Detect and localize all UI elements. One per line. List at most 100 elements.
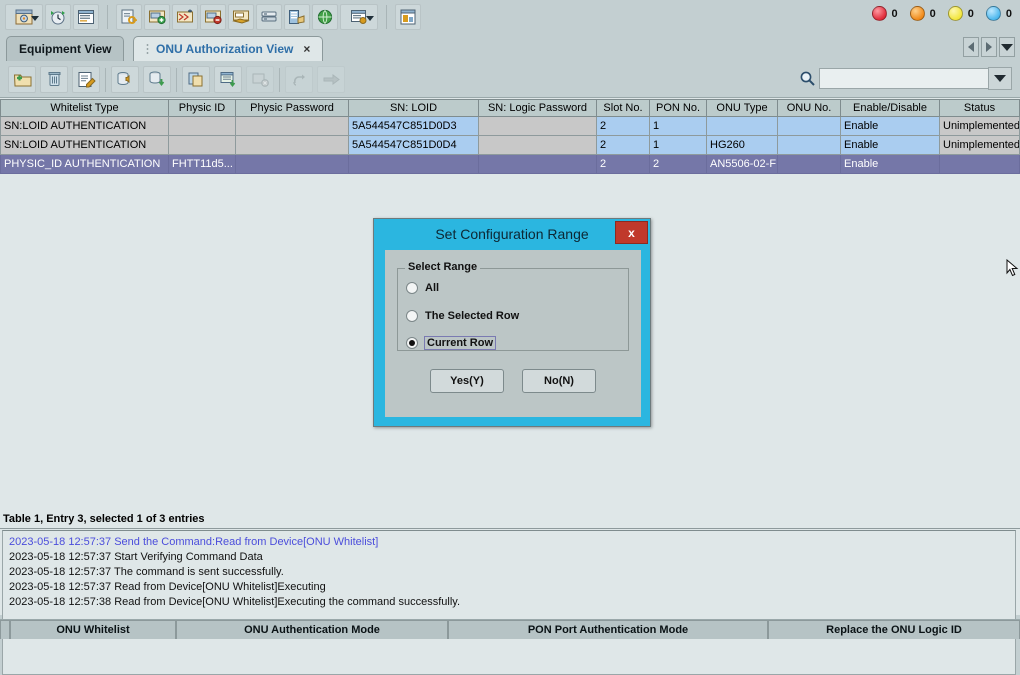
tab-onu-authorization-view[interactable]: ONU Authorization View × xyxy=(133,36,323,61)
col-onu-no[interactable]: ONU No. xyxy=(778,100,841,117)
chevron-down-icon[interactable] xyxy=(31,16,39,21)
search-icon[interactable] xyxy=(795,66,819,91)
onu-list-icon[interactable] xyxy=(73,4,99,30)
close-icon[interactable]: × xyxy=(303,42,310,56)
bottom-tab-onu-authentication-mode[interactable]: ONU Authentication Mode xyxy=(176,620,448,639)
radio-icon[interactable] xyxy=(406,282,418,294)
table-row[interactable]: SN:LOID AUTHENTICATION 5A544547C851D0D3 … xyxy=(1,117,1020,136)
cell-physic-password[interactable] xyxy=(236,155,349,174)
radio-option-the-selected-row[interactable]: The Selected Row xyxy=(406,308,519,324)
cell-enable-disable[interactable]: Enable xyxy=(841,136,940,155)
tab-scroll-left[interactable] xyxy=(963,37,979,57)
export-rows-icon[interactable] xyxy=(214,66,242,93)
network-config-icon[interactable] xyxy=(172,4,198,30)
cell-onu-type[interactable]: HG260 xyxy=(707,136,778,155)
cell-sn-logic-password[interactable] xyxy=(479,117,597,136)
report-icon[interactable] xyxy=(395,4,421,30)
col-sn-loid[interactable]: SN: LOID xyxy=(349,100,479,117)
cell-sn-loid[interactable]: 5A544547C851D0D4 xyxy=(349,136,479,155)
operation-log-pane[interactable]: 2023-05-18 12:57:37 Send the Command:Rea… xyxy=(2,530,1016,675)
device-manager-icon[interactable] xyxy=(5,4,43,30)
cell-slot-no[interactable]: 2 xyxy=(597,117,650,136)
warning-alarm-indicator[interactable]: 0 xyxy=(986,6,1012,21)
col-slot-no[interactable]: Slot No. xyxy=(597,100,650,117)
col-sn-logic-password[interactable]: SN: Logic Password xyxy=(479,100,597,117)
critical-alarm-indicator[interactable]: 0 xyxy=(872,6,898,21)
cell-whitelist-type[interactable]: SN:LOID AUTHENTICATION xyxy=(1,117,169,136)
cell-sn-loid[interactable]: 5A544547C851D0D3 xyxy=(349,117,479,136)
cell-physic-id[interactable] xyxy=(169,136,236,155)
chevron-down-icon[interactable] xyxy=(366,16,374,21)
tab-scroll-right[interactable] xyxy=(981,37,997,57)
rack-icon[interactable] xyxy=(256,4,282,30)
write-to-device-icon[interactable] xyxy=(143,66,171,93)
close-icon[interactable]: x xyxy=(615,221,648,244)
alarm-card-icon[interactable] xyxy=(228,4,254,30)
undo-icon xyxy=(285,66,313,93)
cell-physic-password[interactable] xyxy=(236,117,349,136)
remove-card-icon[interactable] xyxy=(200,4,226,30)
cell-status[interactable] xyxy=(940,155,1020,174)
minor-alarm-indicator[interactable]: 0 xyxy=(948,6,974,21)
copy-rows-icon[interactable] xyxy=(182,66,210,93)
cell-slot-no[interactable]: 2 xyxy=(597,155,650,174)
radio-option-current-row[interactable]: Current Row xyxy=(406,335,495,351)
cell-pon-no[interactable]: 1 xyxy=(650,117,707,136)
cell-physic-id[interactable]: FHTT11d5... xyxy=(169,155,236,174)
radio-icon[interactable] xyxy=(406,310,418,322)
tab-list-dropdown[interactable] xyxy=(999,37,1015,57)
yes-button[interactable]: Yes(Y) xyxy=(430,369,504,393)
cell-physic-id[interactable] xyxy=(169,117,236,136)
col-physic-id[interactable]: Physic ID xyxy=(169,100,236,117)
major-alarm-indicator[interactable]: 0 xyxy=(910,6,936,21)
search-history-dropdown[interactable] xyxy=(988,67,1012,90)
cell-pon-no[interactable]: 2 xyxy=(650,155,707,174)
delete-whitelist-icon[interactable] xyxy=(40,66,68,93)
cell-sn-logic-password[interactable] xyxy=(479,155,597,174)
cell-enable-disable[interactable]: Enable xyxy=(841,117,940,136)
add-card-icon[interactable] xyxy=(144,4,170,30)
cell-onu-no[interactable] xyxy=(778,117,841,136)
col-physic-password[interactable]: Physic Password xyxy=(236,100,349,117)
col-onu-type[interactable]: ONU Type xyxy=(707,100,778,117)
read-from-device-icon[interactable] xyxy=(111,66,139,93)
cell-whitelist-type[interactable]: PHYSIC_ID AUTHENTICATION xyxy=(1,155,169,174)
cell-status[interactable]: Unimplemented xyxy=(940,136,1020,155)
table-row-selected[interactable]: PHYSIC_ID AUTHENTICATION FHTT11d5... 2 2… xyxy=(1,155,1020,174)
col-enable-disable[interactable]: Enable/Disable xyxy=(841,100,940,117)
terminal-config-icon[interactable] xyxy=(340,4,378,30)
cell-onu-no[interactable] xyxy=(778,155,841,174)
col-pon-no[interactable]: PON No. xyxy=(650,100,707,117)
cell-onu-type[interactable]: AN5506-02-F xyxy=(707,155,778,174)
bottom-tab-replace-onu-logic-id[interactable]: Replace the ONU Logic ID xyxy=(768,620,1020,639)
cell-slot-no[interactable]: 2 xyxy=(597,136,650,155)
cell-physic-password[interactable] xyxy=(236,136,349,155)
authorization-key-icon[interactable] xyxy=(116,4,142,30)
search-input[interactable] xyxy=(819,68,989,89)
cell-enable-disable[interactable]: Enable xyxy=(841,155,940,174)
bottom-tab-pon-port-authentication-mode[interactable]: PON Port Authentication Mode xyxy=(448,620,768,639)
server-rack-icon[interactable] xyxy=(284,4,310,30)
globe-icon[interactable] xyxy=(312,4,338,30)
cell-onu-type[interactable] xyxy=(707,117,778,136)
cell-sn-loid[interactable] xyxy=(349,155,479,174)
add-whitelist-icon[interactable] xyxy=(8,66,36,93)
no-button[interactable]: No(N) xyxy=(522,369,596,393)
col-whitelist-type[interactable]: Whitelist Type xyxy=(1,100,169,117)
tab-equipment-view[interactable]: Equipment View xyxy=(6,36,124,61)
edit-whitelist-icon[interactable] xyxy=(72,66,100,93)
cell-status[interactable]: Unimplemented xyxy=(940,117,1020,136)
bottom-tab-onu-whitelist[interactable]: ONU Whitelist xyxy=(10,620,176,639)
cell-whitelist-type[interactable]: SN:LOID AUTHENTICATION xyxy=(1,136,169,155)
radio-option-all[interactable]: All xyxy=(406,280,439,296)
bottom-tab-label: Replace the ONU Logic ID xyxy=(826,624,962,636)
radio-icon[interactable] xyxy=(406,337,418,349)
scheduled-task-icon[interactable] xyxy=(45,4,71,30)
dialog-title-bar[interactable]: Set Configuration Range x xyxy=(374,219,650,248)
col-status[interactable]: Status xyxy=(940,100,1020,117)
bottom-tab-label: ONU Whitelist xyxy=(56,624,129,636)
cell-onu-no[interactable] xyxy=(778,136,841,155)
cell-sn-logic-password[interactable] xyxy=(479,136,597,155)
cell-pon-no[interactable]: 1 xyxy=(650,136,707,155)
table-row[interactable]: SN:LOID AUTHENTICATION 5A544547C851D0D4 … xyxy=(1,136,1020,155)
